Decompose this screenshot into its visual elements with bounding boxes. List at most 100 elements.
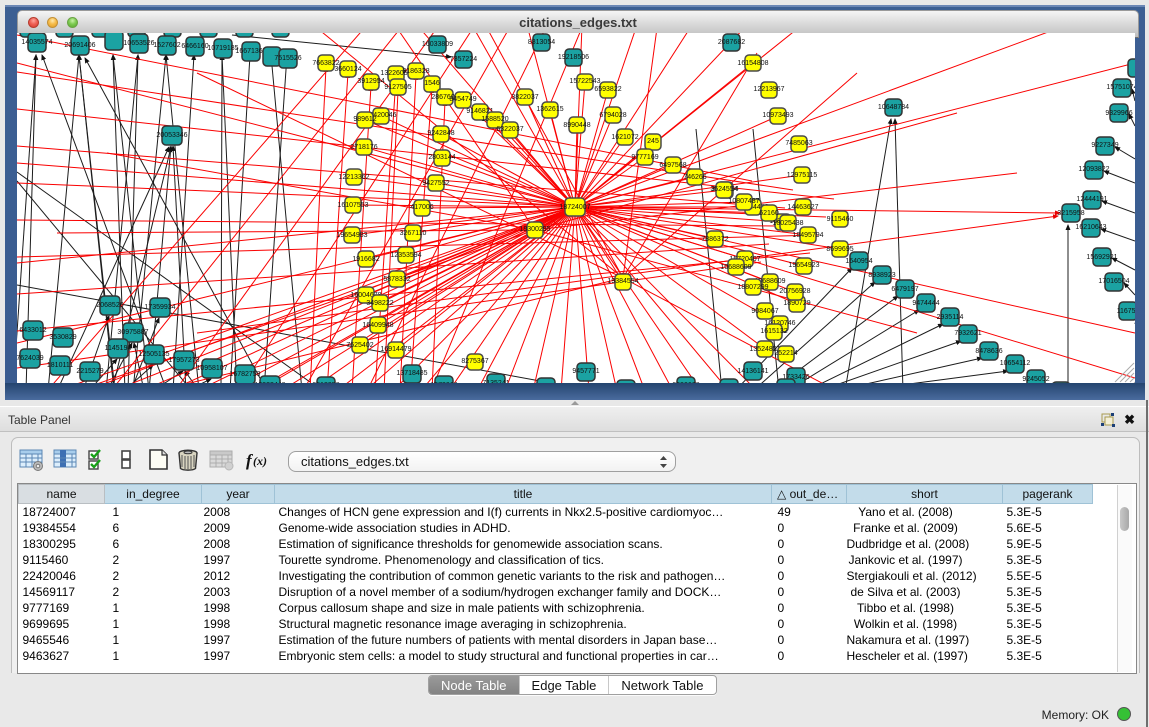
svg-text:9227349: 9227349 — [1091, 142, 1118, 149]
svg-text:2935114: 2935114 — [937, 314, 964, 321]
svg-text:9457771: 9457771 — [572, 368, 599, 375]
svg-text:6466160: 6466160 — [181, 43, 208, 50]
svg-text:9127505: 9127505 — [384, 84, 411, 91]
svg-text:8275367: 8275367 — [461, 358, 488, 365]
svg-text:17359934: 17359934 — [144, 304, 175, 311]
svg-text:6479197: 6479197 — [891, 286, 918, 293]
svg-text:12213967: 12213967 — [753, 86, 784, 93]
svg-text:7932621: 7932621 — [954, 330, 981, 337]
svg-text:16409948: 16409948 — [362, 322, 393, 329]
svg-text:19218506: 19218506 — [558, 54, 589, 61]
svg-text:10025438: 10025438 — [772, 220, 803, 227]
svg-text:116753: 116753 — [1117, 308, 1135, 315]
svg-text:6794028: 6794028 — [599, 112, 626, 119]
svg-text:7485063: 7485063 — [785, 140, 812, 147]
svg-text:14136141: 14136141 — [737, 368, 768, 375]
svg-text:10958107: 10958107 — [196, 365, 227, 372]
svg-text:252214: 252214 — [774, 350, 797, 357]
svg-text:2718176: 2718176 — [350, 144, 377, 151]
svg-text:1527602: 1527602 — [153, 42, 180, 49]
svg-text:17016504: 17016504 — [1098, 278, 1129, 285]
svg-text:62160: 62160 — [759, 210, 779, 217]
svg-text:2803144: 2803144 — [428, 154, 455, 161]
svg-text:3912954: 3912954 — [357, 78, 384, 85]
svg-text:5878332: 5878332 — [383, 276, 410, 283]
svg-text:1810111: 1810111 — [47, 362, 73, 369]
svg-text:18300295: 18300295 — [519, 226, 550, 233]
svg-text:30975887: 30975887 — [117, 329, 148, 336]
svg-text:7625402: 7625402 — [346, 342, 373, 349]
svg-text:10653526: 10653526 — [123, 40, 154, 47]
svg-text:18807299: 18807299 — [737, 284, 768, 291]
svg-text:15722543: 15722543 — [569, 78, 600, 85]
svg-text:16154808: 16154808 — [737, 60, 768, 67]
svg-text:12505135: 12505135 — [138, 351, 169, 358]
svg-text:1640954: 1640954 — [845, 258, 872, 265]
svg-text:1615132: 1615132 — [760, 328, 787, 335]
svg-text:8938923: 8938923 — [868, 272, 895, 279]
svg-text:1890729: 1890729 — [783, 300, 810, 307]
svg-text:3660124: 3660124 — [334, 66, 361, 73]
svg-text:12093822: 12093822 — [1078, 166, 1109, 173]
svg-text:19384554: 19384554 — [607, 278, 638, 285]
svg-text:9777169: 9777169 — [631, 154, 658, 161]
svg-text:1362615: 1362615 — [536, 106, 563, 113]
svg-text:8990448: 8990448 — [563, 122, 590, 129]
svg-text:12353594: 12353594 — [390, 252, 421, 259]
svg-text:12444191: 12444191 — [1076, 196, 1107, 203]
svg-text:8186328: 8186328 — [402, 68, 429, 75]
svg-text:20756928: 20756928 — [779, 288, 810, 295]
svg-text:7624039: 7624039 — [17, 355, 44, 362]
svg-text:9242848: 9242848 — [427, 130, 454, 137]
svg-text:3822037: 3822037 — [511, 94, 538, 101]
svg-text:9084067: 9084067 — [751, 308, 778, 315]
svg-text:1916682: 1916682 — [352, 256, 379, 263]
svg-text:14463627: 14463627 — [787, 204, 818, 211]
svg-text:18724007: 18724007 — [559, 204, 590, 211]
svg-text:7515526: 7515526 — [274, 55, 301, 62]
svg-text:15751074: 15751074 — [1106, 84, 1135, 91]
svg-text:19654923: 19654923 — [788, 262, 819, 269]
svg-text:14035574: 14035574 — [21, 39, 52, 46]
svg-text:8699695: 8699695 — [826, 246, 853, 253]
svg-text:10719185: 10719185 — [207, 45, 238, 52]
svg-text:8813054: 8813054 — [528, 39, 555, 46]
svg-text:12213362: 12213362 — [338, 174, 369, 181]
svg-text:989612: 989612 — [353, 116, 376, 123]
svg-text:2068526: 2068526 — [96, 302, 123, 309]
svg-text:3267110: 3267110 — [400, 230, 427, 237]
svg-text:10654112: 10654112 — [1000, 360, 1031, 367]
svg-text:9245052: 9245052 — [1022, 376, 1049, 383]
svg-text:9329966: 9329966 — [1105, 110, 1132, 117]
svg-text:2215279: 2215279 — [76, 368, 103, 375]
svg-text:7357224: 7357224 — [450, 56, 477, 63]
svg-text:245: 245 — [647, 138, 659, 145]
svg-text:3498222: 3498222 — [366, 300, 393, 307]
svg-text:(x): (x) — [253, 454, 267, 468]
svg-text:7886372: 7886372 — [701, 236, 728, 243]
svg-text:13718485: 13718485 — [396, 370, 427, 377]
svg-text:9427552: 9427552 — [422, 180, 449, 187]
svg-text:19654983: 19654983 — [336, 232, 367, 239]
svg-text:417006: 417006 — [410, 204, 433, 211]
svg-text:2087682: 2087682 — [718, 39, 745, 46]
svg-text:6593822: 6593822 — [594, 86, 621, 93]
svg-text:10688609: 10688609 — [720, 264, 751, 271]
svg-text:8454749: 8454749 — [449, 96, 476, 103]
svg-text:9474444: 9474444 — [912, 300, 939, 307]
svg-text:16914479: 16914479 — [380, 346, 411, 353]
svg-text:8478636: 8478636 — [975, 348, 1002, 355]
svg-text:3530829: 3530829 — [49, 334, 76, 341]
svg-text:16210643: 16210643 — [1075, 224, 1106, 231]
svg-text:16107553: 16107553 — [337, 202, 368, 209]
svg-text:17957273: 17957273 — [168, 357, 199, 364]
svg-text:20053346: 20053346 — [156, 132, 187, 139]
svg-text:20691406: 20691406 — [64, 42, 95, 49]
svg-text:3215958: 3215958 — [1057, 210, 1084, 217]
svg-text:6433012: 6433012 — [19, 327, 46, 334]
svg-text:10648784: 10648784 — [878, 104, 909, 111]
svg-text:6497568: 6497568 — [659, 162, 686, 169]
svg-text:1546: 1546 — [424, 80, 440, 87]
svg-text:9115460: 9115460 — [827, 216, 854, 223]
svg-text:10807487: 10807487 — [728, 198, 759, 205]
